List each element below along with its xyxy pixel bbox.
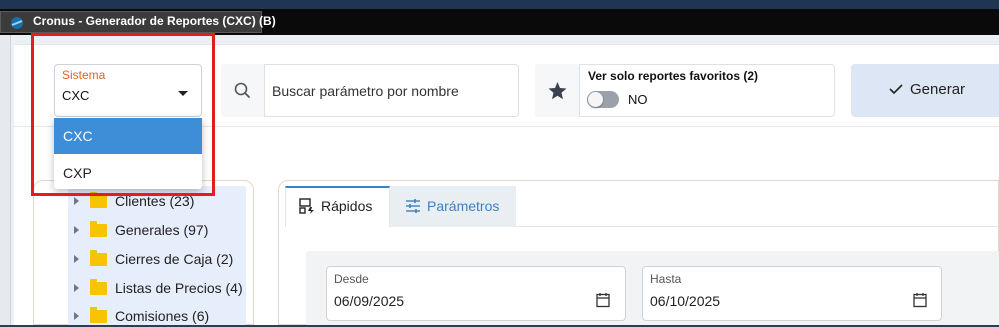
toggle-knob [588, 92, 603, 107]
folder-icon [90, 250, 107, 266]
top-strip [0, 0, 999, 9]
tree-item[interactable]: Comisiones (6) [74, 305, 246, 327]
folder-icon [90, 221, 107, 237]
folder-icon [90, 279, 107, 295]
date-desde-label: Desde [334, 272, 369, 286]
tree-item[interactable]: Generales (97) [74, 219, 246, 241]
tree-item-label: Listas de Precios (4) [115, 280, 243, 296]
folder-icon [90, 192, 107, 208]
calendar-icon[interactable] [596, 292, 610, 308]
expand-icon[interactable] [74, 226, 79, 234]
toggle-state-text: NO [628, 92, 648, 107]
tab-parametros-label: Parámetros [427, 198, 500, 214]
tree-item[interactable]: Listas de Precios (4) [74, 277, 246, 299]
left-edge [0, 35, 11, 325]
star-icon [548, 82, 567, 100]
tree-item-label: Comisiones (6) [115, 308, 210, 324]
tree-item-label: Cierres de Caja (2) [115, 251, 234, 267]
expand-icon[interactable] [74, 312, 79, 320]
star-icon-box [535, 64, 580, 117]
date-desde-value[interactable]: 06/09/2025 [334, 293, 404, 309]
sliders-icon [406, 199, 420, 213]
app-icon [11, 17, 23, 29]
date-hasta-label: Hasta [650, 272, 682, 286]
search-icon [234, 82, 250, 98]
check-icon [889, 84, 903, 95]
window-title: Cronus - Generador de Reportes (CXC) (B) [33, 14, 276, 28]
expand-icon[interactable] [74, 255, 79, 263]
search-icon-box [221, 64, 265, 117]
folder-icon [90, 307, 107, 323]
quick-report-icon [299, 198, 314, 214]
tree-item[interactable]: Cierres de Caja (2) [74, 248, 246, 270]
tab-rapidos-label: Rápidos [321, 198, 373, 214]
favorites-title: Ver solo reportes favoritos (2) [588, 69, 759, 83]
expand-icon[interactable] [74, 284, 79, 292]
date-hasta-value[interactable]: 06/10/2025 [650, 293, 720, 309]
calendar-icon[interactable] [913, 292, 927, 308]
tree-item-label: Generales (97) [115, 222, 209, 238]
annotation-highlight-box [31, 33, 215, 196]
generate-label: Generar [910, 81, 966, 98]
expand-icon[interactable] [74, 197, 79, 205]
search-input[interactable]: Buscar parámetro por nombre [272, 83, 459, 99]
